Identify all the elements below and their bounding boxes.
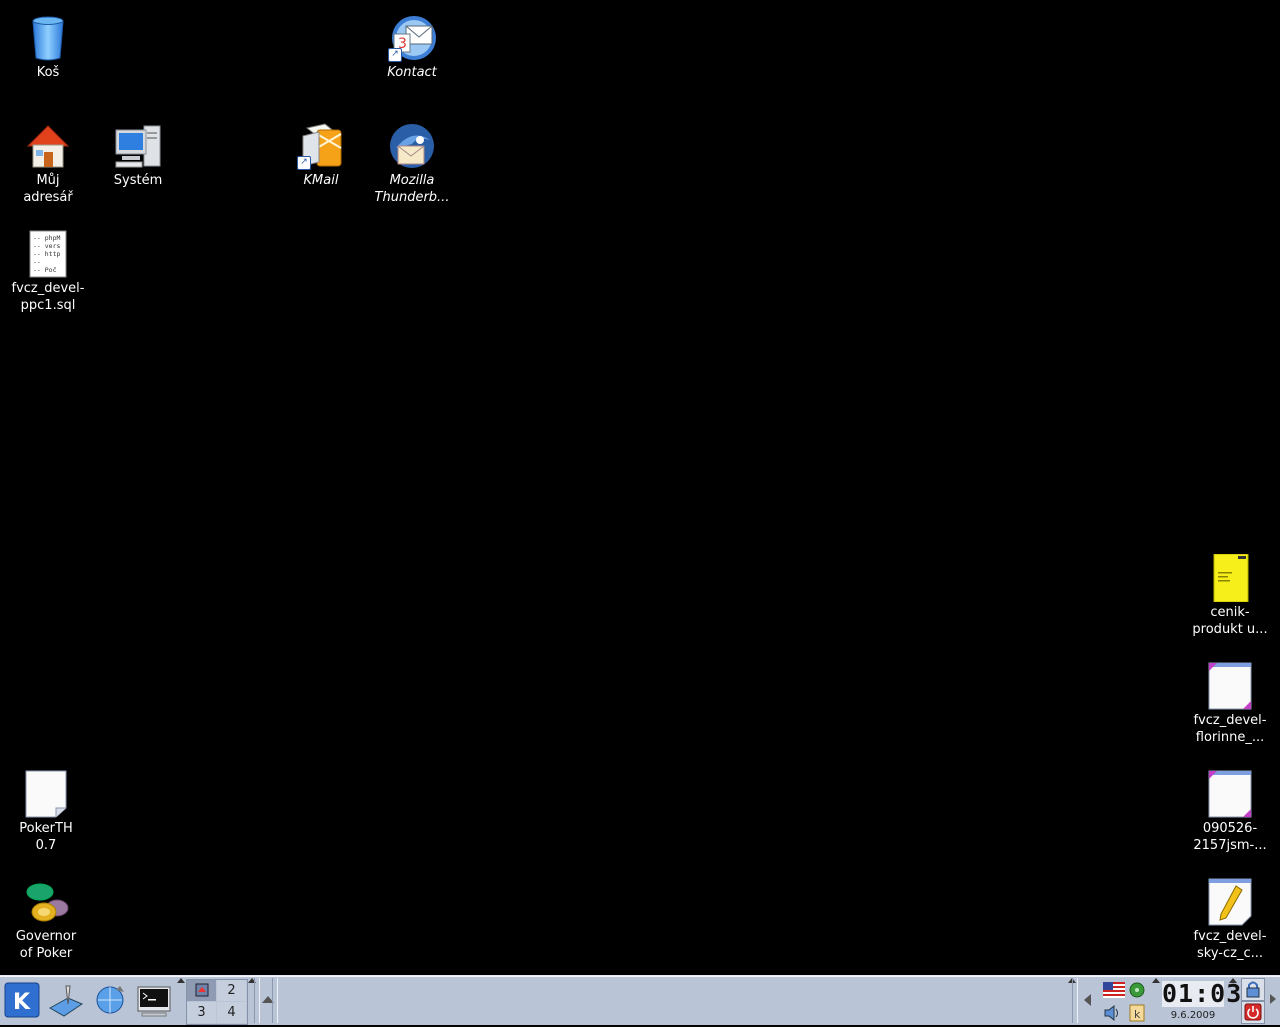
thunderbird-icon [388,122,436,170]
system-desktop-icon[interactable]: Systém [92,122,184,189]
skycz-file-desktop-icon[interactable]: fvcz_devel- sky-cz_c... [1184,878,1276,962]
skycz-label: fvcz_devel- sky-cz_c... [1193,929,1267,961]
text-edit-file-icon [1206,878,1254,926]
home-desktop-icon[interactable]: Můj adresář [2,122,94,206]
volume-icon[interactable] [1103,1004,1123,1022]
desktop-pager: 2 3 4 [186,979,248,1025]
governor-label: Governor of Poker [15,929,77,961]
florinne-label: fvcz_devel- florinne_... [1193,713,1267,745]
svg-text:-- phpM: -- phpM [33,234,60,242]
kontact-icon: 3 ↗ [388,14,436,62]
pager-desktop-3[interactable]: 3 [187,1002,216,1023]
pokerth-label: PokerTH 0.7 [19,821,73,853]
svg-text:-- vers: -- vers [33,242,60,250]
logout-button[interactable] [1241,1001,1265,1024]
clock-applet[interactable]: 01:03 9.6.2009 [1160,979,1243,1023]
thunderbird-label: Mozilla Thunderb... [374,173,450,205]
jsm-label: 090526- 2157jsm-... [1193,821,1267,853]
text-file-icon: -- phpM -- vers -- http -- -- Poč [24,230,72,278]
link-arrow-icon: ↗ [297,156,311,170]
panel-separator [254,978,260,1023]
system-label: Systém [113,173,163,188]
panel-hide-arrow-icon[interactable] [1270,994,1276,1004]
svg-text:k: k [1134,1008,1141,1021]
lock-icon [1246,981,1260,998]
globe-icon [96,986,124,1014]
window-thumbnail-icon [195,983,208,997]
konqueror-button[interactable] [90,980,130,1020]
jsm-file-desktop-icon[interactable]: 090526- 2157jsm-... [1184,770,1276,854]
governor-of-poker-desktop-icon[interactable]: Governor of Poker [0,878,92,962]
kde-panel: K 2 3 4 k 01:03 9.6.2009 [0,975,1280,1025]
kontact-desktop-icon[interactable]: 3 ↗ Kontact [366,14,458,81]
lock-screen-button[interactable] [1241,978,1265,1001]
show-desktop-icon [48,985,84,1017]
pokerth-desktop-icon[interactable]: PokerTH 0.7 [0,770,92,854]
kmail-label: KMail [303,173,339,188]
svg-text:K: K [13,990,31,1015]
link-arrow-icon: ↗ [388,48,402,62]
poker-chips-icon [22,878,70,926]
panel-separator [1072,978,1078,1023]
cenik-desktop-icon[interactable]: cenik- produkt u... [1184,553,1276,638]
terminal-button[interactable] [134,980,174,1020]
terminal-icon [137,986,171,1017]
panel-applet-handle-icon[interactable] [1229,978,1237,983]
kmail-desktop-icon[interactable]: ↗ KMail [275,122,367,189]
trash-icon [24,14,72,62]
pdf-document-icon [1206,553,1254,603]
systray-collapse-arrow-icon[interactable] [1084,994,1091,1006]
kpowersave-icon[interactable]: k [1128,1003,1146,1023]
kontact-label: Kontact [387,65,437,80]
system-tray: k [1100,978,1150,1023]
pager-desktop-1[interactable] [187,980,216,1001]
home-folder-icon [24,122,72,170]
image-file-icon [1206,662,1254,710]
power-icon [1244,1003,1262,1021]
panel-separator [272,978,278,1023]
kde-logo-icon: K [4,982,40,1018]
trash-desktop-icon[interactable]: Koš [2,14,94,81]
computer-icon [114,122,162,170]
svg-text:--: -- [33,258,41,266]
panel-applet-handle-icon[interactable] [1152,978,1160,983]
us-flag-icon[interactable] [1103,982,1125,998]
svg-text:-- Poč: -- Poč [33,266,57,274]
trash-label: Koš [36,65,60,80]
kmenu-button[interactable]: K [2,980,42,1020]
desktop-show-button[interactable] [46,980,86,1020]
klipper-icon[interactable] [1128,981,1146,999]
panel-applet-handle-icon[interactable] [177,978,185,983]
clock-time: 01:03 [1162,979,1243,1008]
florinne-file-desktop-icon[interactable]: fvcz_devel- florinne_... [1184,662,1276,746]
pager-desktop-2[interactable]: 2 [217,980,246,1001]
thunderbird-desktop-icon[interactable]: Mozilla Thunderb... [366,122,458,206]
image-file-icon [1206,770,1254,818]
blank-file-icon [22,770,70,818]
sql-file-label: fvcz_devel- ppc1.sql [11,281,85,313]
svg-text:-- http: -- http [33,250,60,258]
pager-desktop-4[interactable]: 4 [217,1002,246,1023]
kmail-icon: ↗ [297,122,345,170]
cenik-label: cenik- produkt u... [1192,605,1268,637]
clock-date: 9.6.2009 [1170,1010,1216,1021]
home-label: Můj adresář [23,173,73,205]
sql-file-desktop-icon[interactable]: -- phpM -- vers -- http -- -- Poč fvcz_d… [2,230,94,314]
